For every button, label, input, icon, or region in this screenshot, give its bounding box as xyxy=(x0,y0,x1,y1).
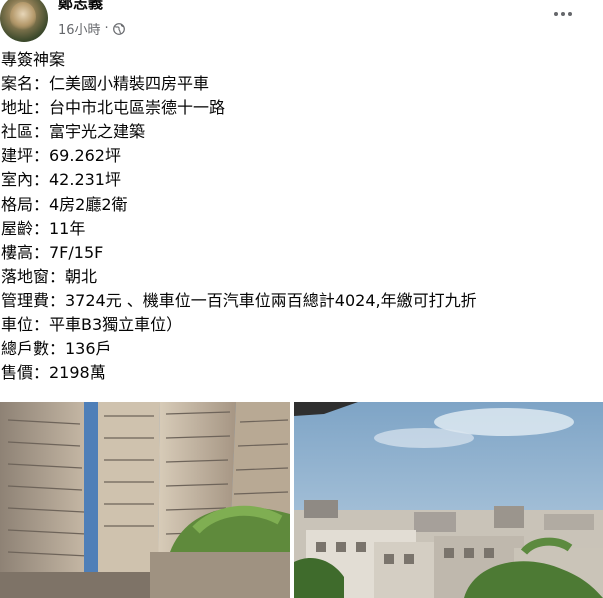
post-photos xyxy=(0,402,603,598)
post-line: 車位：平車B3獨立車位） xyxy=(1,315,183,335)
post-line: 落地窗：朝北 xyxy=(1,266,98,286)
more-options-icon[interactable] xyxy=(549,4,577,24)
post-line: 建坪：69.262坪 xyxy=(1,146,121,166)
post-header: 鄭志義 16小時 · xyxy=(0,0,603,48)
post-line: 屋齡：11年 xyxy=(1,218,86,238)
post-line: 總戶數：136戶 xyxy=(1,339,112,359)
author-avatar[interactable] xyxy=(0,0,48,42)
post-line: 案名：仁美國小精裝四房平車 xyxy=(1,74,210,94)
post-time[interactable]: 16小時 xyxy=(58,19,101,38)
post-line: 格局：4房2廳2衛 xyxy=(1,194,128,214)
post-line: 管理費：3724元 、機車位一百汽車位兩百總計4024,年繳可打九折 xyxy=(1,290,477,310)
post-meta: 16小時 · xyxy=(58,19,125,38)
post-line: 專簽神案 xyxy=(1,50,66,69)
post-line: 社區：富宇光之建築 xyxy=(1,122,146,142)
globe-icon[interactable] xyxy=(112,22,125,35)
author-name[interactable]: 鄭志義 xyxy=(58,0,103,13)
building-photo[interactable] xyxy=(0,402,290,598)
post-body: 專簽神案 案名：仁美國小精裝四房平車 地址：台中市北屯區崇德十一路 社區：富宇光… xyxy=(1,48,601,385)
view-photo[interactable] xyxy=(294,402,603,598)
post-line: 室內：42.231坪 xyxy=(1,170,121,190)
meta-separator: · xyxy=(104,21,109,36)
post-line: 售價：2198萬 xyxy=(1,363,106,383)
post-line: 樓高：7F/15F xyxy=(1,242,104,262)
post-line: 地址：台中市北屯區崇德十一路 xyxy=(1,98,226,118)
